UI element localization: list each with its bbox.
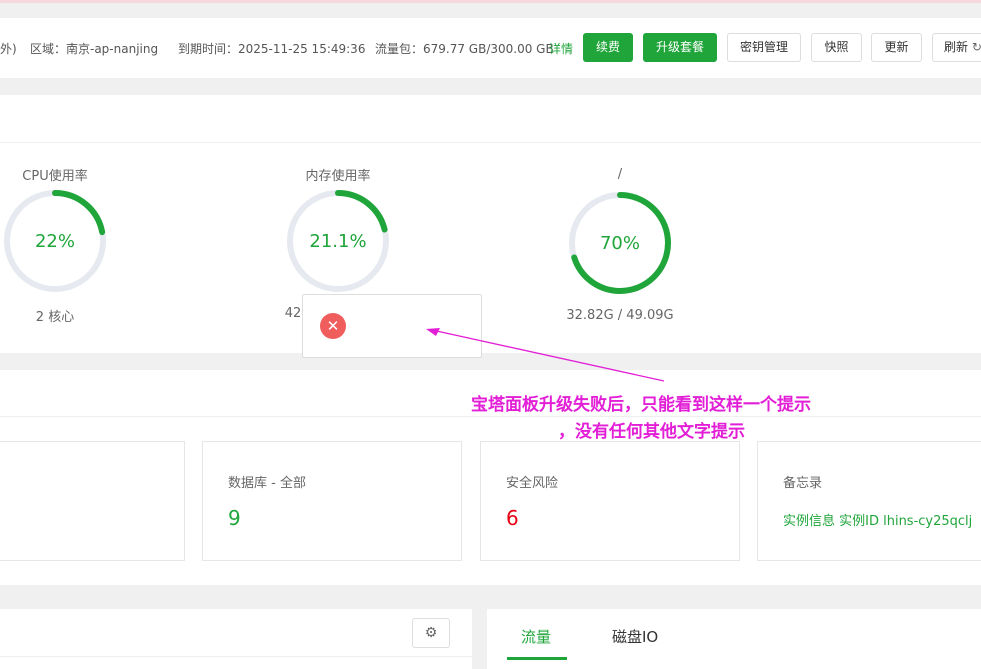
gear-icon: ⚙: [424, 625, 438, 641]
bottom-left-panel: [0, 609, 472, 669]
tab-traffic[interactable]: 流量: [521, 626, 551, 647]
disk-gauge-title: /: [617, 167, 623, 182]
key-manage-button[interactable]: 密钥管理: [727, 33, 801, 62]
security-risk-count: 6: [506, 506, 519, 530]
memo-card[interactable]: 备忘录 实例信息 实例ID lhins-cy25qclj: [757, 441, 981, 561]
top-accent-line: [0, 0, 981, 3]
upgrade-plan-button[interactable]: 升级套餐: [643, 33, 717, 62]
database-card-title: 数据库 - 全部: [228, 476, 306, 491]
memo-card-title: 备忘录: [783, 476, 823, 491]
database-count: 9: [228, 506, 241, 530]
memory-gauge-title: 内存使用率: [305, 169, 371, 184]
renew-button[interactable]: 续费: [583, 33, 633, 62]
cpu-gauge-value: 22%: [34, 231, 75, 252]
status-panel: [0, 143, 981, 353]
disk-gauge-value: 70%: [599, 233, 640, 254]
cpu-gauge-title: CPU使用率: [22, 169, 88, 184]
update-button[interactable]: 更新: [871, 33, 922, 62]
disk-gauge-sub: 32.82G / 49.09G: [566, 308, 674, 323]
error-icon: ✕: [320, 313, 346, 339]
cpu-gauge-sub: 2 核心: [35, 310, 75, 325]
traffic-detail-link[interactable]: 详情: [549, 40, 573, 57]
settings-gear-button[interactable]: ⚙: [412, 618, 450, 648]
site-card[interactable]: [0, 441, 185, 561]
expire-time-label: 到期时间：2025-11-25 15:49:36: [178, 42, 366, 56]
traffic-package-label: 流量包：679.77 GB/300.00 GB: [375, 42, 554, 56]
region-label: 区域：南京-ap-nanjing: [30, 42, 159, 56]
snapshot-button[interactable]: 快照: [811, 33, 862, 62]
bottom-left-divider: [0, 656, 472, 657]
bottom-right-panel: [487, 609, 981, 669]
panel-header-strip: [0, 95, 981, 143]
refresh-label: 刷新: [944, 40, 969, 54]
security-risk-card[interactable]: 安全风险 6: [480, 441, 740, 561]
refresh-icon: ↻: [971, 40, 981, 54]
database-card[interactable]: 数据库 - 全部 9: [202, 441, 462, 561]
tab-traffic-indicator: [507, 657, 567, 660]
security-card-title: 安全风险: [506, 476, 559, 491]
refresh-button[interactable]: 刷新 ↻: [932, 33, 981, 62]
tab-disk-io[interactable]: 磁盘IO: [612, 626, 658, 647]
error-toast: ✕: [302, 294, 482, 358]
overview-divider: [0, 416, 981, 417]
annotation-line-2: ，没有任何其他文字提示: [558, 422, 745, 442]
clipped-text: 外): [0, 42, 17, 56]
memory-gauge-value: 21.1%: [309, 231, 367, 252]
annotation-line-1: 宝塔面板升级失败后，只能看到这样一个提示: [471, 395, 811, 415]
memo-content: 实例信息 实例ID lhins-cy25qclj: [783, 514, 973, 529]
